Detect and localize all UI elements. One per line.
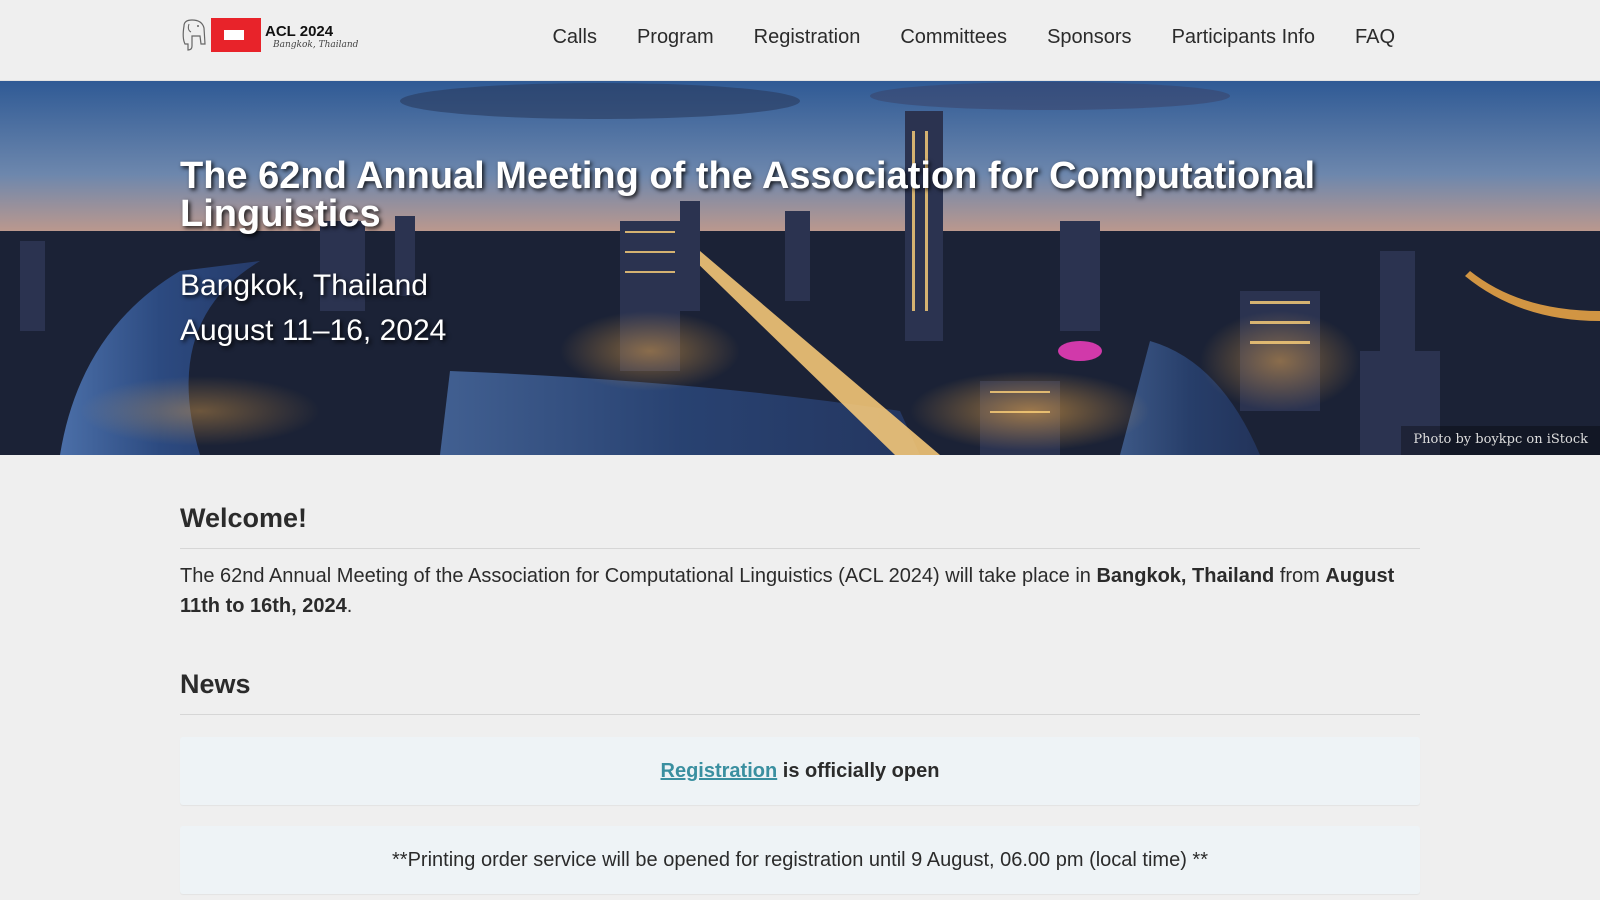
logo-subtitle: Bangkok, Thailand xyxy=(273,40,359,50)
nav-committees[interactable]: Committees xyxy=(900,26,1007,49)
nav-faq[interactable]: FAQ xyxy=(1355,26,1395,49)
top-navbar: ACL 2024 Bangkok, Thailand Calls Program… xyxy=(0,0,1600,81)
logo-red-box xyxy=(211,18,261,52)
news-item-printing-text: **Printing order service will be opened … xyxy=(392,849,1208,871)
hero-location: Bangkok, Thailand xyxy=(180,269,428,302)
main-content: Welcome! The 62nd Annual Meeting of the … xyxy=(180,455,1420,894)
bangkok-skyline-photo xyxy=(0,81,1600,455)
news-item-text: is officially open xyxy=(777,760,940,782)
welcome-heading: Welcome! xyxy=(180,503,1420,549)
acl-logo[interactable]: ACL 2024 Bangkok, Thailand xyxy=(180,18,358,54)
registration-link[interactable]: Registration xyxy=(661,760,778,782)
nav-sponsors[interactable]: Sponsors xyxy=(1047,26,1132,49)
welcome-location: Bangkok, Thailand xyxy=(1096,565,1275,587)
welcome-text-before: The 62nd Annual Meeting of the Associati… xyxy=(180,565,1097,587)
nav-program[interactable]: Program xyxy=(637,26,714,49)
welcome-text-mid: from xyxy=(1274,565,1326,587)
hero-dates: August 11–16, 2024 xyxy=(180,314,447,347)
nav-registration[interactable]: Registration xyxy=(754,26,861,49)
hero-title: The 62nd Annual Meeting of the Associati… xyxy=(180,155,1316,235)
logo-title: ACL 2024 xyxy=(265,23,334,40)
nav-participants-info[interactable]: Participants Info xyxy=(1172,26,1315,49)
news-item-printing: **Printing order service will be opened … xyxy=(180,826,1420,894)
elephant-icon xyxy=(182,19,206,51)
welcome-text-end: . xyxy=(346,595,353,617)
welcome-paragraph: The 62nd Annual Meeting of the Associati… xyxy=(180,561,1420,621)
news-heading: News xyxy=(180,669,1420,715)
news-item-registration: Registration is officially open xyxy=(180,737,1420,805)
nav-calls[interactable]: Calls xyxy=(552,26,596,49)
hero-banner: The 62nd Annual Meeting of the Associati… xyxy=(0,81,1600,455)
main-nav: Calls Program Registration Committees Sp… xyxy=(512,26,1395,49)
photo-credit: Photo by boykpc on iStock xyxy=(1401,426,1600,455)
